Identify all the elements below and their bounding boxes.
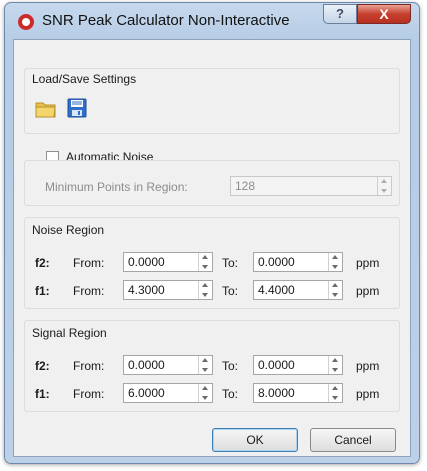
window-title: SNR Peak Calculator Non-Interactive <box>42 12 290 29</box>
signal-f2-to-stepper[interactable] <box>253 355 343 375</box>
min-points-input[interactable] <box>231 177 381 195</box>
spin-down-icon[interactable] <box>329 365 342 374</box>
noise-f2-from-input[interactable] <box>124 253 202 271</box>
signal-f2-from-stepper[interactable] <box>123 355 213 375</box>
spin-up-icon[interactable] <box>329 281 342 290</box>
spin-down-icon[interactable] <box>199 393 212 402</box>
dialog-body: Load/Save Settings Automatic Noise Minim… <box>13 39 411 457</box>
noise-region-title: Noise Region <box>32 223 105 237</box>
min-points-label: Minimum Points in Region: <box>45 180 188 194</box>
noise-f2-to-stepper[interactable] <box>253 252 343 272</box>
spin-down-icon[interactable] <box>329 393 342 402</box>
dimension-label: f1: <box>35 284 50 298</box>
unit-label: ppm <box>356 359 380 373</box>
signal-f1-to-stepper[interactable] <box>253 383 343 403</box>
spin-buttons <box>198 356 212 374</box>
spin-up-icon[interactable] <box>329 384 342 393</box>
spin-buttons <box>328 253 342 271</box>
noise-f2-from-stepper[interactable] <box>123 252 213 272</box>
min-points-stepper[interactable] <box>230 176 392 196</box>
from-label: From: <box>73 359 105 373</box>
min-points-spin-buttons <box>377 177 391 195</box>
from-label: From: <box>73 256 105 270</box>
spin-buttons <box>328 281 342 299</box>
noise-f1-to-input[interactable] <box>254 281 332 299</box>
spin-buttons <box>198 253 212 271</box>
spin-up-icon[interactable] <box>199 253 212 262</box>
noise-f1-to-stepper[interactable] <box>253 280 343 300</box>
noise-region-group: Noise Region f2: From: To: <box>24 217 400 309</box>
app-logo-icon <box>18 14 34 30</box>
unit-label: ppm <box>356 387 380 401</box>
dimension-label: f2: <box>35 359 50 373</box>
ok-button[interactable]: OK <box>212 428 298 452</box>
noise-f1-from-input[interactable] <box>124 281 202 299</box>
spin-down-icon[interactable] <box>199 365 212 374</box>
from-label: From: <box>73 284 105 298</box>
spin-down-icon[interactable] <box>378 186 391 195</box>
help-button[interactable]: ? <box>323 4 357 24</box>
signal-f1-from-input[interactable] <box>124 384 202 402</box>
spin-down-icon[interactable] <box>329 290 342 299</box>
dimension-label: f2: <box>35 256 50 270</box>
signal-region-title: Signal Region <box>32 326 107 340</box>
signal-f2-to-input[interactable] <box>254 356 332 374</box>
load-save-group: Load/Save Settings <box>24 68 400 134</box>
spin-down-icon[interactable] <box>199 290 212 299</box>
title-bar[interactable]: SNR Peak Calculator Non-Interactive ? X <box>5 3 419 37</box>
unit-label: ppm <box>356 256 380 270</box>
signal-f1-to-input[interactable] <box>254 384 332 402</box>
spin-up-icon[interactable] <box>199 384 212 393</box>
signal-region-group: Signal Region f2: From: To: <box>24 320 400 412</box>
spin-buttons <box>328 384 342 402</box>
spin-up-icon[interactable] <box>378 177 391 186</box>
spin-down-icon[interactable] <box>329 262 342 271</box>
spin-up-icon[interactable] <box>199 281 212 290</box>
spin-up-icon[interactable] <box>199 356 212 365</box>
spin-up-icon[interactable] <box>329 253 342 262</box>
spin-buttons <box>328 356 342 374</box>
close-button[interactable]: X <box>357 4 411 24</box>
to-label: To: <box>222 256 239 270</box>
noise-f2-to-input[interactable] <box>254 253 332 271</box>
dimension-label: f1: <box>35 387 50 401</box>
to-label: To: <box>222 359 239 373</box>
spin-buttons <box>198 384 212 402</box>
spin-down-icon[interactable] <box>199 262 212 271</box>
to-label: To: <box>222 284 239 298</box>
from-label: From: <box>73 387 105 401</box>
unit-label: ppm <box>356 284 380 298</box>
noise-f1-from-stepper[interactable] <box>123 280 213 300</box>
automatic-noise-group: Minimum Points in Region: <box>24 160 400 206</box>
signal-f1-from-stepper[interactable] <box>123 383 213 403</box>
cancel-button[interactable]: Cancel <box>310 428 396 452</box>
spin-up-icon[interactable] <box>329 356 342 365</box>
folder-icon[interactable] <box>35 99 57 119</box>
load-save-title: Load/Save Settings <box>32 72 137 86</box>
to-label: To: <box>222 387 239 401</box>
dialog-window: SNR Peak Calculator Non-Interactive ? X … <box>4 2 420 464</box>
spin-buttons <box>198 281 212 299</box>
signal-f2-from-input[interactable] <box>124 356 202 374</box>
save-icon[interactable] <box>67 98 87 118</box>
